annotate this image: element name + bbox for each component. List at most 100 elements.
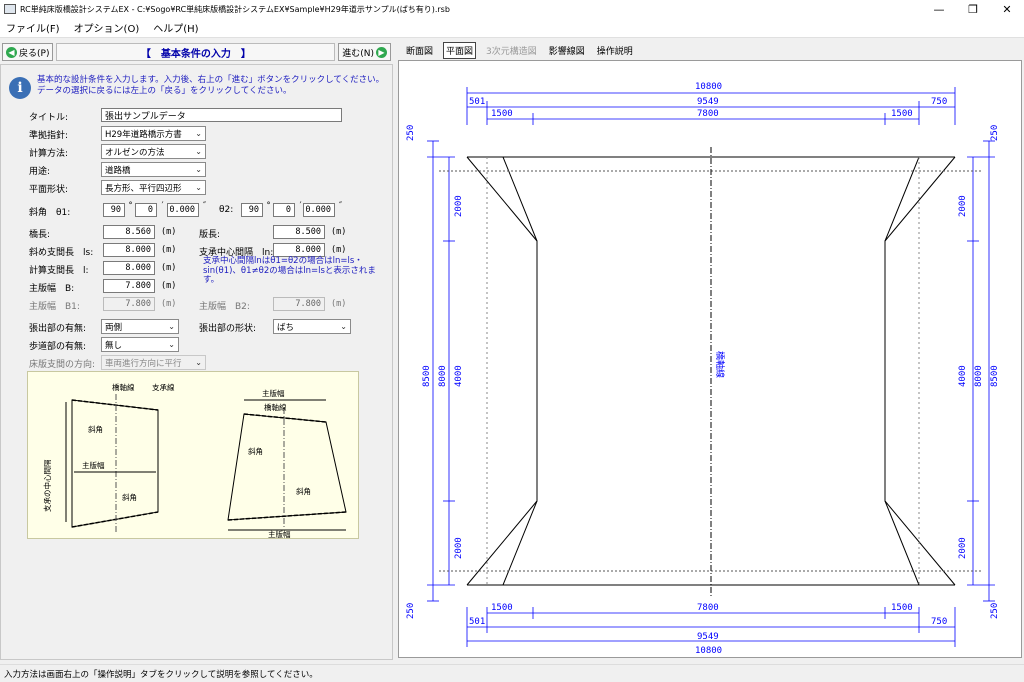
right-top-taper <box>884 156 956 242</box>
tab-3d-view[interactable]: 3次元構造図 <box>484 43 539 58</box>
overhang-shape-select[interactable]: ばち ⌄ <box>273 319 351 334</box>
slab-direction-label: 床版支間の方向: <box>29 360 96 370</box>
chevron-down-icon: ⌄ <box>195 358 202 367</box>
next-button[interactable]: 進む(N) ▶ <box>338 43 391 61</box>
bearing-span-diagram-label: 支承の中心間隔 <box>42 459 52 512</box>
theta2-sec-input[interactable]: 0.000 <box>303 203 335 217</box>
main-width-b2-label: 主版幅 B2: <box>199 302 250 312</box>
overhang-label: 張出部の有無: <box>29 324 87 334</box>
trapezoid-slab-shape <box>227 413 347 521</box>
use-label: 用途: <box>29 167 51 177</box>
chevron-down-icon: ⌄ <box>168 340 175 349</box>
theta2-deg-input[interactable]: 90 <box>241 203 263 217</box>
dim-taper-bottom-right: 2000 <box>958 537 968 559</box>
main-width-b2-input: 7.800 <box>273 297 325 311</box>
menu-bar: ファイル(F) オプション(O) ヘルプ(H) <box>0 18 1024 38</box>
dim-total-top-label: 10800 <box>695 82 722 92</box>
dim-inner-bottom-label: 9549 <box>697 632 719 642</box>
info-text: 基本的な設計条件を入力します。入力後、右上の「進む」ボタンをクリックしてください… <box>37 75 385 96</box>
sidewalk-select[interactable]: 無し ⌄ <box>101 337 179 352</box>
menu-file[interactable]: ファイル(F) <box>6 20 60 35</box>
dim-len1-right: 8000 <box>974 365 984 387</box>
dim-total-bottom-label: 10800 <box>695 646 722 656</box>
dim-taper-top-left: 2000 <box>454 195 464 217</box>
dim-mid-right: 4000 <box>958 365 968 387</box>
bearing-span-input[interactable]: 8.000 <box>273 243 325 257</box>
dim-main-bottom-label: 7800 <box>697 603 719 613</box>
deg-mark: ° <box>266 201 272 211</box>
unit-label: (m) <box>331 227 347 237</box>
maximize-button[interactable]: ❐ <box>956 0 990 18</box>
dim-side-top-right: 1500 <box>891 109 913 119</box>
tab-plan-view[interactable]: 平面図 <box>443 41 477 59</box>
bridge-axis-label: 橋軸線 <box>112 382 135 392</box>
menu-options[interactable]: オプション(O) <box>74 20 140 35</box>
method-select-value: オルゼンの方法 <box>105 147 165 158</box>
chevron-down-icon: ⌄ <box>195 129 202 138</box>
title-bar: RC単純床版橋設計システムEX - C:¥Sogo¥RC単純床版橋設計システムE… <box>0 0 1024 18</box>
back-button[interactable]: ◀ 戻る(P) <box>2 43 54 61</box>
bearing-line-top <box>71 399 159 411</box>
status-text: 入力方法は画面右上の「操作説明」タブをクリックして説明を参照してください。 <box>4 669 318 680</box>
shape-select[interactable]: 長方形、平行四辺形 ⌄ <box>101 180 206 195</box>
skew-top-label: 斜角 <box>88 424 103 434</box>
use-select[interactable]: 道路橋 ⌄ <box>101 162 206 177</box>
minimize-button[interactable]: — <box>922 0 956 18</box>
dim-right-edge-bottom: 750 <box>931 617 947 627</box>
unit-label: (m) <box>331 299 347 309</box>
method-select[interactable]: オルゼンの方法 ⌄ <box>101 144 206 159</box>
dim-end-bottom-right: 250 <box>990 603 1000 619</box>
theta1-min-input[interactable]: 0 <box>135 203 157 217</box>
window-title: RC単純床版橋設計システムEX - C:¥Sogo¥RC単純床版橋設計システムE… <box>20 4 450 14</box>
skew-span-input[interactable]: 8.000 <box>103 243 155 257</box>
standard-select[interactable]: H29年道路橋示方書 ⌄ <box>101 126 206 141</box>
unit-label: (m) <box>161 263 177 273</box>
tab-influence-line[interactable]: 影響線図 <box>547 43 587 58</box>
overhang-select[interactable]: 両側 ⌄ <box>101 319 179 334</box>
dim-side-bottom-right: 1500 <box>891 603 913 613</box>
chevron-down-icon: ⌄ <box>168 322 175 331</box>
main-width-input[interactable]: 7.800 <box>103 279 155 293</box>
overhang-select-value: 両側 <box>105 322 123 333</box>
unit-label: (m) <box>161 299 177 309</box>
dim-taper-top-right: 2000 <box>958 195 968 217</box>
b2-label: 主版幅 <box>268 529 291 539</box>
title-input[interactable]: 張出サンプルデータ <box>101 108 342 122</box>
next-button-label: 進む(N) <box>342 48 374 59</box>
tab-cross-section[interactable]: 断面図 <box>404 43 435 58</box>
skew-bottom-label: 斜角 <box>122 492 137 502</box>
standard-select-value: H29年道路橋示方書 <box>105 129 182 140</box>
dim-side-bottom-left: 1500 <box>491 603 513 613</box>
skew-label: 斜角 θ1: <box>29 208 71 218</box>
overhang-shape-select-value: ばち <box>277 322 295 333</box>
slab-length-input[interactable]: 8.500 <box>273 225 325 239</box>
left-top-taper <box>466 156 538 242</box>
bridge-length-input[interactable]: 8.560 <box>103 225 155 239</box>
bridge-axis-label: 橋軸線 <box>714 351 726 378</box>
main-width-label: 主版幅 B: <box>29 284 75 294</box>
geometry-diagram: 橋軸線 支承線 支承の中心間隔 主版幅 斜角 斜角 主版幅 橋軸線 主版幅 斜角… <box>27 371 359 539</box>
nav-bar: ◀ 戻る(P) 【 基本条件の入力 】 進む(N) ▶ <box>0 42 393 62</box>
method-label: 計算方法: <box>29 149 69 159</box>
sec-mark: ″ <box>338 201 344 211</box>
plan-drawing: 10800 9549 7800 1500 1500 501 750 10800 … <box>398 60 1022 658</box>
deg-mark: ° <box>128 201 134 211</box>
span-note: 支承中心間隔lnはθ1=θ2の場合はln=ls・sin(θ1)、θ1≠θ2の場合… <box>203 256 376 285</box>
close-button[interactable]: ✕ <box>990 0 1024 18</box>
main-width-b1-label: 主版幅 B1: <box>29 302 80 312</box>
step-title: 【 基本条件の入力 】 <box>56 43 336 61</box>
tab-instructions[interactable]: 操作説明 <box>595 43 635 58</box>
dimension-labels: 10800 9549 7800 1500 1500 501 750 10800 … <box>406 82 1000 656</box>
unit-label: (m) <box>161 281 177 291</box>
shape-select-value: 長方形、平行四辺形 <box>105 183 182 194</box>
dim-right-edge-top: 750 <box>931 97 947 107</box>
info-box: i 基本的な設計条件を入力します。入力後、右上の「進む」ボタンをクリックしてくだ… <box>9 75 389 103</box>
theta1-deg-input[interactable]: 90 <box>103 203 125 217</box>
calc-span-input[interactable]: 8.000 <box>103 261 155 275</box>
right-bottom-taper <box>884 500 956 586</box>
theta2-min-input[interactable]: 0 <box>273 203 295 217</box>
theta1-sec-input[interactable]: 0.000 <box>167 203 199 217</box>
menu-help[interactable]: ヘルプ(H) <box>153 20 198 35</box>
theta2-label: θ2: <box>219 205 234 215</box>
chevron-down-icon: ⌄ <box>195 165 202 174</box>
